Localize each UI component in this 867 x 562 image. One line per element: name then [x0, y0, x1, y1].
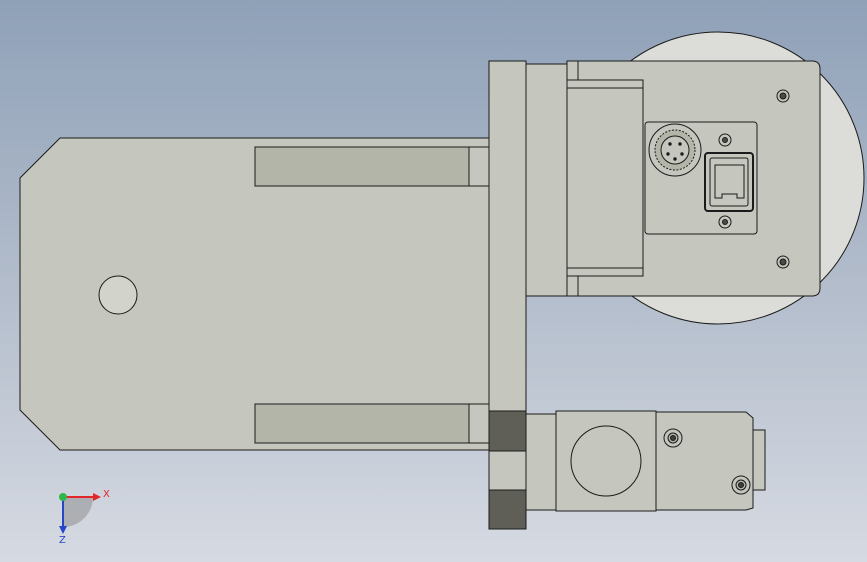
- assembly-drawing: X Z: [19, 31, 865, 546]
- column-block-top: [488, 410, 527, 452]
- screw-top-right: [776, 89, 790, 103]
- slot-lower: [254, 403, 470, 444]
- actuator-neck: [525, 413, 557, 511]
- column-block-mid: [488, 450, 527, 491]
- slot-upper-end: [468, 146, 490, 187]
- cad-viewport[interactable]: X Z: [0, 0, 867, 562]
- m12-connector: [648, 123, 702, 177]
- actuator-screw-2: [731, 475, 751, 495]
- guide-clip-bottom: [566, 275, 579, 297]
- actuator-screw-1: [663, 428, 683, 448]
- triad-arc: [63, 497, 93, 527]
- guide-clip-top: [566, 60, 579, 82]
- y-axis-dot: [59, 493, 67, 501]
- actuator-cap: [655, 411, 754, 511]
- ethernet-port: [704, 152, 754, 212]
- slot-upper: [254, 146, 470, 187]
- mounting-hole: [98, 275, 138, 315]
- slot-lower-end: [468, 403, 490, 444]
- actuator-bore: [570, 425, 642, 497]
- connector-screw-bottom: [718, 215, 732, 229]
- z-axis-label: Z: [59, 535, 66, 546]
- column-block-bottom: [488, 489, 527, 530]
- guide-rail-block: [525, 63, 568, 297]
- vertical-column: [488, 60, 527, 412]
- bearing-housing: [566, 79, 644, 277]
- orientation-triad: X Z: [59, 489, 110, 546]
- connector-screw-top: [718, 133, 732, 147]
- screw-bottom-right: [776, 255, 790, 269]
- actuator-end-stop: [752, 429, 766, 491]
- x-axis-label: X: [103, 489, 110, 500]
